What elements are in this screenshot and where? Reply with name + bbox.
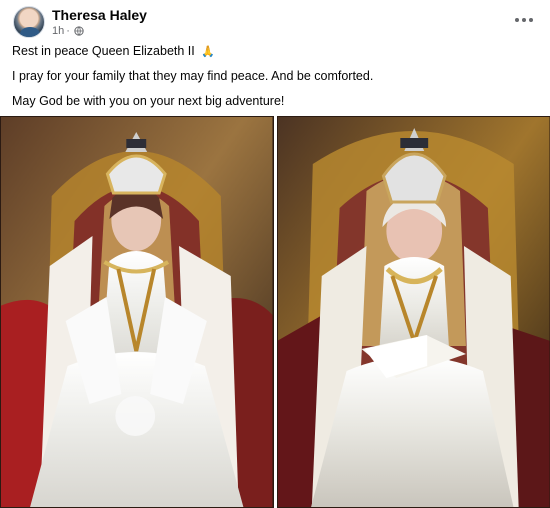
more-options-icon-dot: [522, 18, 526, 22]
photo-young-queen-image: [0, 116, 274, 508]
more-options-icon-dot: [529, 18, 533, 22]
post-line: May God be with you on your next big adv…: [12, 94, 285, 108]
photo-elder-queen[interactable]: [276, 116, 550, 508]
post-line: I pray for your family that they may fin…: [12, 69, 374, 83]
post-line-text: Rest in peace Queen Elizabeth II: [12, 44, 195, 58]
photo-grid: [0, 116, 550, 508]
globe-icon[interactable]: [74, 26, 84, 36]
more-options-button[interactable]: [512, 10, 536, 30]
praying-hands-icon: 🙏: [201, 46, 215, 58]
author-name[interactable]: Theresa Haley: [52, 7, 147, 23]
post-header: Theresa Haley 1h ·: [0, 0, 550, 40]
photo-elder-queen-image: [276, 116, 550, 508]
post-meta: 1h ·: [52, 25, 84, 37]
timestamp[interactable]: 1h: [52, 25, 64, 37]
more-options-icon: [515, 18, 519, 22]
post-body: Rest in peace Queen Elizabeth II 🙏 I pra…: [12, 43, 537, 118]
meta-separator: ·: [66, 25, 70, 37]
post-line: Rest in peace Queen Elizabeth II 🙏: [12, 43, 537, 68]
avatar[interactable]: [13, 6, 45, 38]
photo-young-queen[interactable]: [0, 116, 274, 508]
